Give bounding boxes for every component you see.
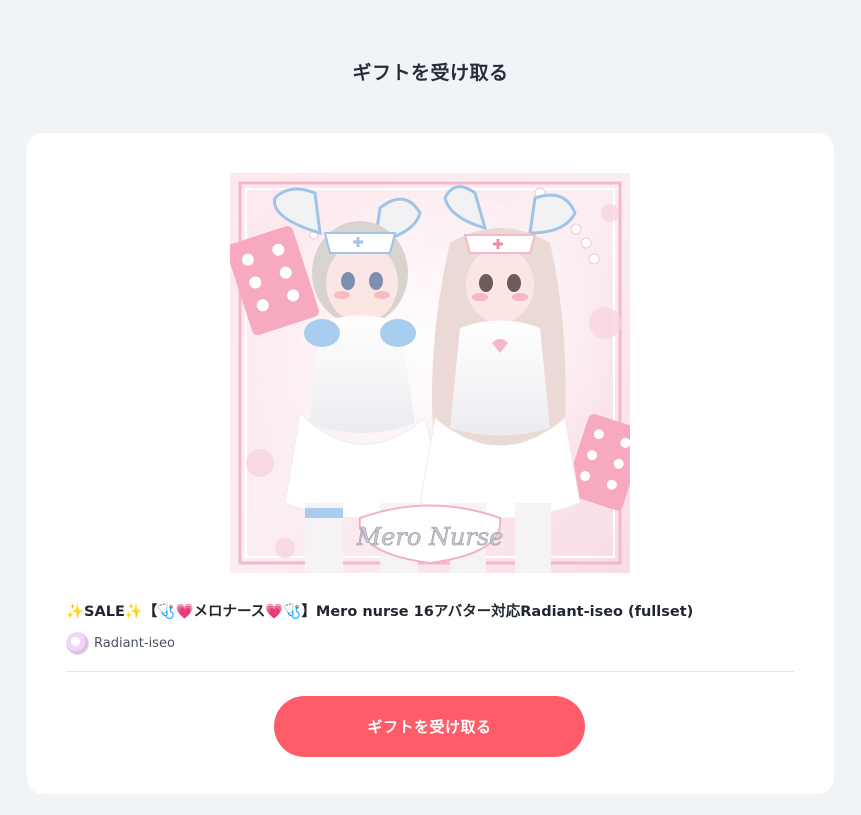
gift-card: Mero Nurse ✨SALE✨【🩺💗メロナース💗🩺】Mero nurse 1… [27,133,834,794]
product-logo-text: Mero Nurse [356,523,504,551]
product-image: Mero Nurse [230,173,630,573]
shop-avatar [66,631,89,655]
shop-link[interactable]: Radiant-iseo [66,631,175,655]
product-title[interactable]: ✨SALE✨【🩺💗メロナース💗🩺】Mero nurse 16アバター対応Radi… [66,600,806,621]
shop-name: Radiant-iseo [94,635,175,651]
page-title: ギフトを受け取る [352,62,509,84]
divider [66,671,794,672]
receive-gift-button[interactable]: ギフトを受け取る [274,696,585,757]
